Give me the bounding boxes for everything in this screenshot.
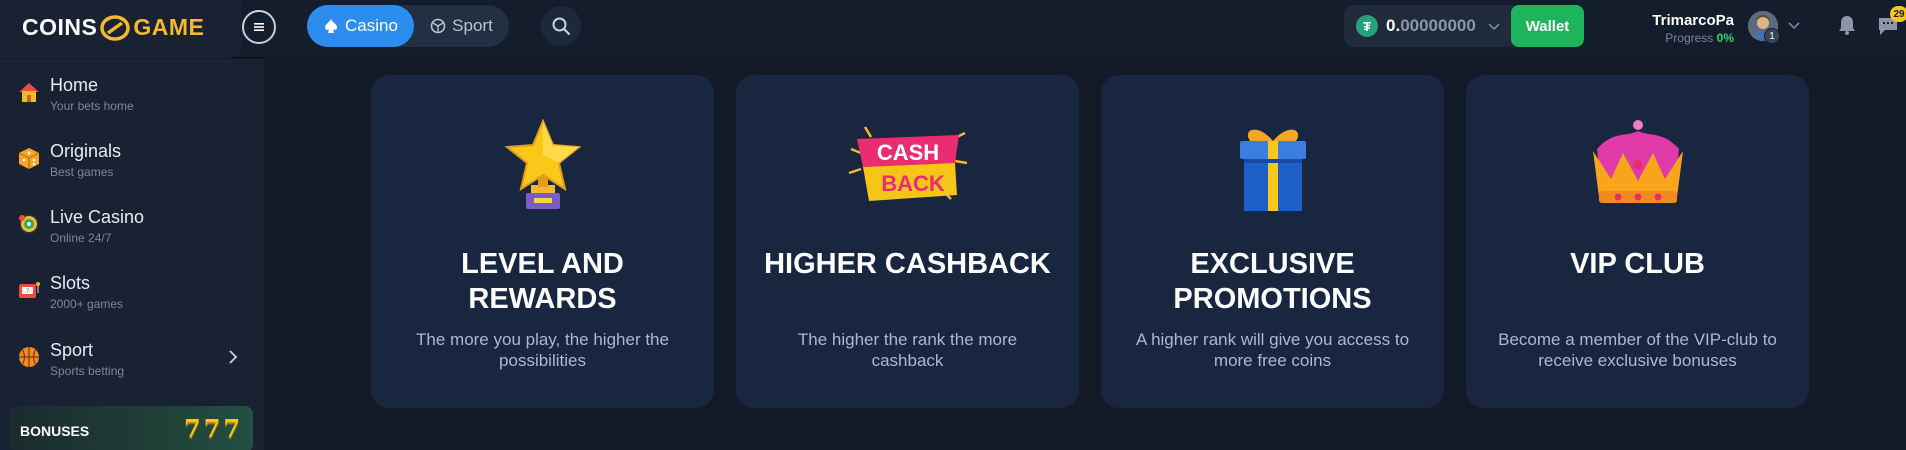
card-title: EXCLUSIVE PROMOTIONS: [1173, 248, 1372, 315]
tab-casino[interactable]: Casino: [307, 5, 414, 47]
sidebar: Home Your bets home Originals Best games…: [0, 59, 264, 450]
tab-sport[interactable]: Sport: [414, 5, 509, 47]
sidebar-item-subtitle: 2000+ games: [50, 297, 124, 311]
dice-icon: [18, 148, 40, 169]
card-vip-club: VIP CLUB Become a member of the VIP-club…: [1466, 75, 1809, 408]
sidebar-item-sport[interactable]: Sport Sports betting: [0, 330, 264, 390]
site-logo[interactable]: COINS GAME: [22, 14, 204, 41]
search-icon: [552, 17, 571, 36]
sidebar-item-subtitle: Sports betting: [50, 364, 125, 378]
svg-text:7: 7: [26, 288, 30, 295]
cashback-icon: CASH BACK: [848, 126, 967, 201]
sidebar-item-title: Slots: [50, 273, 91, 293]
user-progress: Progress 0%: [1665, 31, 1734, 45]
card-title: VIP CLUB: [1570, 248, 1705, 280]
card-title: LEVEL AND REWARDS: [461, 248, 624, 315]
sidebar-item-originals[interactable]: Originals Best games: [0, 131, 264, 191]
sidebar-item-subtitle: Best games: [50, 165, 114, 179]
bonuses-label: BONUSES: [20, 423, 90, 439]
top-header: COINS GAME Casino Sport ₮ 0.00000000 Wal…: [0, 0, 1906, 58]
sidebar-item-title: Live Casino: [50, 207, 145, 227]
basketball-icon: [19, 347, 39, 367]
hamburger-icon: [254, 23, 264, 31]
crown-icon: [1592, 120, 1683, 203]
star-trophy-icon: [503, 119, 582, 209]
card-title: HIGHER CASHBACK: [764, 248, 1051, 280]
username[interactable]: TrimarcoPa: [1640, 12, 1734, 29]
wallet-button[interactable]: Wallet: [1511, 5, 1584, 47]
bonuses-banner[interactable]: BONUSES 777: [10, 406, 253, 450]
card-exclusive-promotions: EXCLUSIVE PROMOTIONS A higher rank will g…: [1101, 75, 1444, 408]
logo-area: COINS GAME: [0, 0, 242, 58]
avatar[interactable]: 1: [1748, 11, 1780, 44]
tab-sport-label: Sport: [452, 16, 493, 35]
balance-amount: 0.00000000: [1386, 16, 1476, 35]
spade-icon: [325, 19, 338, 33]
roulette-icon: [19, 214, 39, 234]
tether-icon: ₮: [1356, 15, 1378, 37]
bell-icon[interactable]: [1836, 14, 1858, 36]
card-description: The higher the rank the more cashback: [797, 330, 1018, 370]
cashback-icon-text: BACK: [881, 171, 945, 196]
logo-coin-icon: [100, 14, 131, 41]
chevron-down-icon: [1488, 23, 1500, 31]
level-badge: 1: [1764, 28, 1780, 44]
sidebar-item-home[interactable]: Home Your bets home: [0, 65, 264, 125]
cashback-icon-text: CASH: [876, 140, 938, 165]
chat-notification-badge: 29: [1890, 6, 1906, 22]
card-description: Become a member of the VIP-club to receiv…: [1498, 330, 1777, 370]
slot-machine-icon: 7: [19, 282, 40, 298]
card-description: A higher rank will give you access to mor…: [1135, 330, 1410, 370]
logo-text-left: COINS: [22, 14, 98, 40]
sidebar-item-subtitle: Online 24/7: [50, 231, 112, 245]
casino-sport-switch: Casino Sport: [307, 5, 509, 47]
logo-text-right: GAME: [133, 14, 205, 40]
sidebar-item-subtitle: Your bets home: [50, 99, 134, 113]
sidebar-item-title: Originals: [50, 141, 122, 161]
gift-box-icon: [1239, 129, 1306, 211]
balance-selector[interactable]: ₮ 0.00000000 Wallet: [1344, 5, 1584, 47]
card-level-rewards: LEVEL AND REWARDS The more you play, the …: [371, 75, 714, 408]
tab-casino-label: Casino: [345, 16, 398, 35]
search-button[interactable]: [541, 6, 581, 46]
ball-icon: [430, 18, 446, 34]
sidebar-item-live-casino[interactable]: Live Casino Online 24/7: [0, 197, 264, 257]
chevron-down-icon[interactable]: [1786, 17, 1802, 33]
chevron-right-icon[interactable]: [224, 348, 242, 366]
sidebar-item-title: Sport: [50, 340, 94, 360]
sidebar-item-title: Home: [50, 75, 99, 95]
bonuses-777-art: 777: [184, 414, 244, 443]
card-higher-cashback: CASH BACK HIGHER CASHBACK The higher the…: [736, 75, 1079, 408]
sidebar-item-slots[interactable]: 7 Slots 2000+ games: [0, 263, 264, 323]
card-description: The more you play, the higher the possibi…: [416, 330, 669, 370]
menu-toggle-button[interactable]: [242, 10, 276, 44]
home-icon: [19, 83, 39, 102]
